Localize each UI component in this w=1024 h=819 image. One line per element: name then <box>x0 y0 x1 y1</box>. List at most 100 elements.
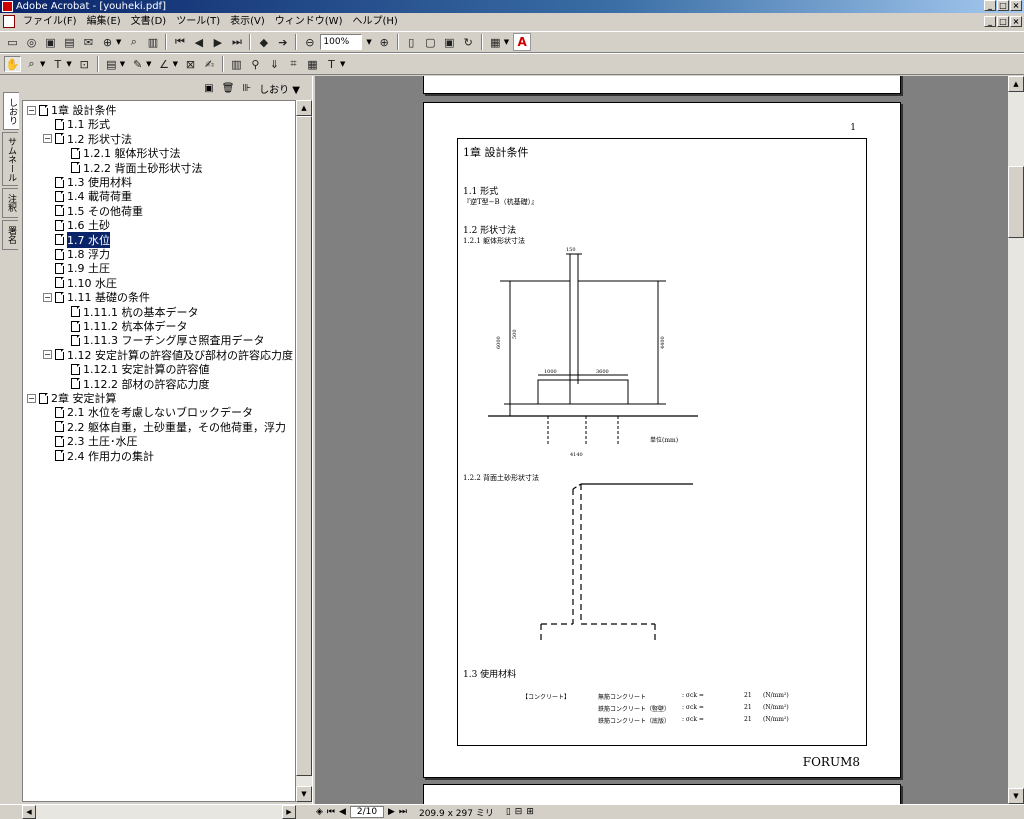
page-layout-icon[interactable]: ▦ <box>487 34 504 50</box>
crop-tool-icon[interactable]: ⌗ <box>285 56 302 72</box>
bookmark-item[interactable]: 1.11.2 杭本体データ <box>59 319 187 333</box>
minimize-button[interactable]: _ <box>984 0 996 11</box>
navigation-icon[interactable]: ◈ <box>316 807 323 817</box>
note-tool-icon[interactable]: ▤ <box>103 56 120 72</box>
pencil-tool-icon[interactable]: ✎ <box>129 56 146 72</box>
menu-document[interactable]: 文書(D) <box>126 13 172 30</box>
bookmark-item[interactable]: 1.5 その他荷重 <box>43 204 143 218</box>
sign-tool-icon[interactable]: ✍ <box>201 56 218 72</box>
doc-scroll-thumb[interactable] <box>1008 166 1024 238</box>
go-back-icon[interactable]: ◆ <box>255 34 272 50</box>
adobe-logo-icon[interactable]: A <box>513 33 532 51</box>
collapse-toggle-icon[interactable]: − <box>27 393 36 403</box>
bookmarks-scroll-thumb[interactable] <box>296 116 312 776</box>
fit-width-icon[interactable]: ▣ <box>441 34 458 50</box>
bookmark-item[interactable]: −1章 設計条件 <box>27 103 117 117</box>
collapse-toggle-icon[interactable]: − <box>27 105 36 115</box>
menu-edit[interactable]: 編集(E) <box>82 13 126 30</box>
text-select-tool-icon[interactable]: T <box>49 56 66 72</box>
web-capture-icon[interactable]: ⊕ <box>99 34 116 50</box>
doc-restore-button[interactable]: □ <box>997 16 1009 27</box>
menu-file[interactable]: ファイル(F) <box>18 13 82 30</box>
menu-view[interactable]: 表示(V) <box>225 13 270 30</box>
movie-tool-icon[interactable]: ▥ <box>228 56 245 72</box>
digital-signature-icon[interactable]: ⊠ <box>182 56 199 72</box>
bookmarks-tree[interactable]: −1章 設計条件 1.1 形式 −1.2 形状寸法 1.2.1 躯体形状寸法 1.2.2… <box>22 100 296 802</box>
form-tool-icon[interactable]: ▦ <box>304 56 321 72</box>
zoom-tool-icon[interactable]: ⌕ <box>23 56 40 72</box>
go-forward-icon[interactable]: ➔ <box>274 34 291 50</box>
tab-signatures[interactable]: 署名 <box>2 220 18 250</box>
maximize-button[interactable]: □ <box>997 0 1009 11</box>
actual-size-icon[interactable]: ▯ <box>403 34 420 50</box>
hand-tool-icon[interactable]: ✋ <box>4 56 21 72</box>
bookmark-item[interactable]: 1.12.1 安定計算の許容値 <box>59 362 209 376</box>
bookmark-item[interactable]: −1.2 形状寸法 <box>43 132 132 146</box>
bookmark-item[interactable]: 1.7 水位 <box>43 231 110 248</box>
new-bookmark-icon[interactable]: ▣ <box>204 83 213 94</box>
menu-window[interactable]: ウィンドウ(W) <box>270 13 348 30</box>
tab-thumbnails[interactable]: サムネール <box>2 132 18 186</box>
bookmark-item[interactable]: 2.4 作用力の集計 <box>43 449 154 463</box>
first-page-icon[interactable]: ⏮ <box>171 34 188 50</box>
menu-tools[interactable]: ツール(T) <box>171 13 225 30</box>
expand-bookmark-icon[interactable]: ⊪ <box>242 83 251 94</box>
save-icon[interactable]: ▣ <box>42 34 59 50</box>
collapse-toggle-icon[interactable]: − <box>43 134 52 144</box>
bookmark-item[interactable]: 2.1 水位を考慮しないブロックデータ <box>43 405 253 419</box>
bookmark-item[interactable]: 1.12.2 部材の許容応力度 <box>59 377 209 391</box>
bookmark-item[interactable]: 2.2 躯体自重，土砂重量，その他荷重，浮力 <box>43 420 286 434</box>
doc-minimize-button[interactable]: _ <box>984 16 996 27</box>
bookmark-item[interactable]: 1.9 土圧 <box>43 261 110 275</box>
bookmarks-menu-button[interactable]: しおり ▼ <box>259 81 300 96</box>
graphics-select-icon[interactable]: ⊡ <box>76 56 93 72</box>
tab-annotations[interactable]: 注釈 <box>2 188 18 218</box>
bookmark-item[interactable]: 2.3 土圧･水圧 <box>43 434 138 448</box>
single-page-icon[interactable]: ▯ <box>506 807 511 817</box>
bookmark-item[interactable]: 1.2.1 躯体形状寸法 <box>59 146 181 160</box>
scroll-right-icon[interactable]: ▶ <box>282 805 296 819</box>
bookmark-item[interactable]: −1.12 安定計算の許容値及び部材の許容応力度 <box>43 348 293 362</box>
scroll-up-icon[interactable]: ▲ <box>296 100 312 116</box>
search-icon[interactable]: ⌕ <box>125 34 142 50</box>
continuous-icon[interactable]: ⊟ <box>515 807 523 817</box>
delete-bookmark-icon[interactable]: 🗑 <box>222 83 235 94</box>
scroll-left-icon[interactable]: ◀ <box>22 805 36 819</box>
show-hide-pane-icon[interactable]: ▥ <box>144 34 161 50</box>
close-button[interactable]: × <box>1010 0 1022 11</box>
status-prev-page-icon[interactable]: ◀ <box>339 807 346 817</box>
status-first-page-icon[interactable]: ⏮ <box>327 807 335 817</box>
scroll-down-icon[interactable]: ▼ <box>296 786 312 802</box>
status-next-page-icon[interactable]: ▶ <box>388 807 395 817</box>
pdf-document-icon[interactable] <box>3 15 15 28</box>
bookmark-item[interactable]: 1.10 水圧 <box>43 276 117 290</box>
zoom-field[interactable]: 100% <box>320 34 363 50</box>
bookmark-item[interactable]: 1.11.1 杭の基本データ <box>59 305 198 319</box>
next-page-icon[interactable]: ▶ <box>209 34 226 50</box>
bookmark-item[interactable]: 1.6 土砂 <box>43 218 110 232</box>
bookmarks-scrollbar[interactable]: ▲ ▼ <box>296 100 312 802</box>
bookmark-item[interactable]: 1.2.2 背面土砂形状寸法 <box>59 161 203 175</box>
highlight-tool-icon[interactable]: ∠ <box>156 56 173 72</box>
rotate-icon[interactable]: ↻ <box>460 34 477 50</box>
bookmark-item[interactable]: 1.11.3 フーチング厚さ照査用データ <box>59 333 264 347</box>
doc-scroll-up-icon[interactable]: ▲ <box>1008 76 1024 92</box>
document-scrollbar[interactable]: ▲ ▼ <box>1008 76 1024 804</box>
collapse-toggle-icon[interactable]: − <box>43 292 52 302</box>
doc-close-button[interactable]: × <box>1010 16 1022 27</box>
prev-page-icon[interactable]: ◀ <box>190 34 207 50</box>
open-web-icon[interactable]: ◎ <box>23 34 40 50</box>
collapse-toggle-icon[interactable]: − <box>43 350 52 360</box>
bookmark-item[interactable]: 1.4 載荷荷重 <box>43 189 132 203</box>
bookmark-item[interactable]: 1.8 浮力 <box>43 247 110 261</box>
article-tool-icon[interactable]: ⇓ <box>266 56 283 72</box>
page-field[interactable]: 2/10 <box>349 806 384 818</box>
touchup-text-icon[interactable]: T <box>323 56 340 72</box>
fit-page-icon[interactable]: ▢ <box>422 34 439 50</box>
open-icon[interactable]: ▭ <box>4 34 21 50</box>
menu-help[interactable]: ヘルプ(H) <box>347 13 402 30</box>
facing-icon[interactable]: ⊞ <box>526 807 534 817</box>
bookmark-item[interactable]: −2章 安定計算 <box>27 391 117 405</box>
email-icon[interactable]: ✉ <box>80 34 97 50</box>
print-icon[interactable]: ▤ <box>61 34 78 50</box>
